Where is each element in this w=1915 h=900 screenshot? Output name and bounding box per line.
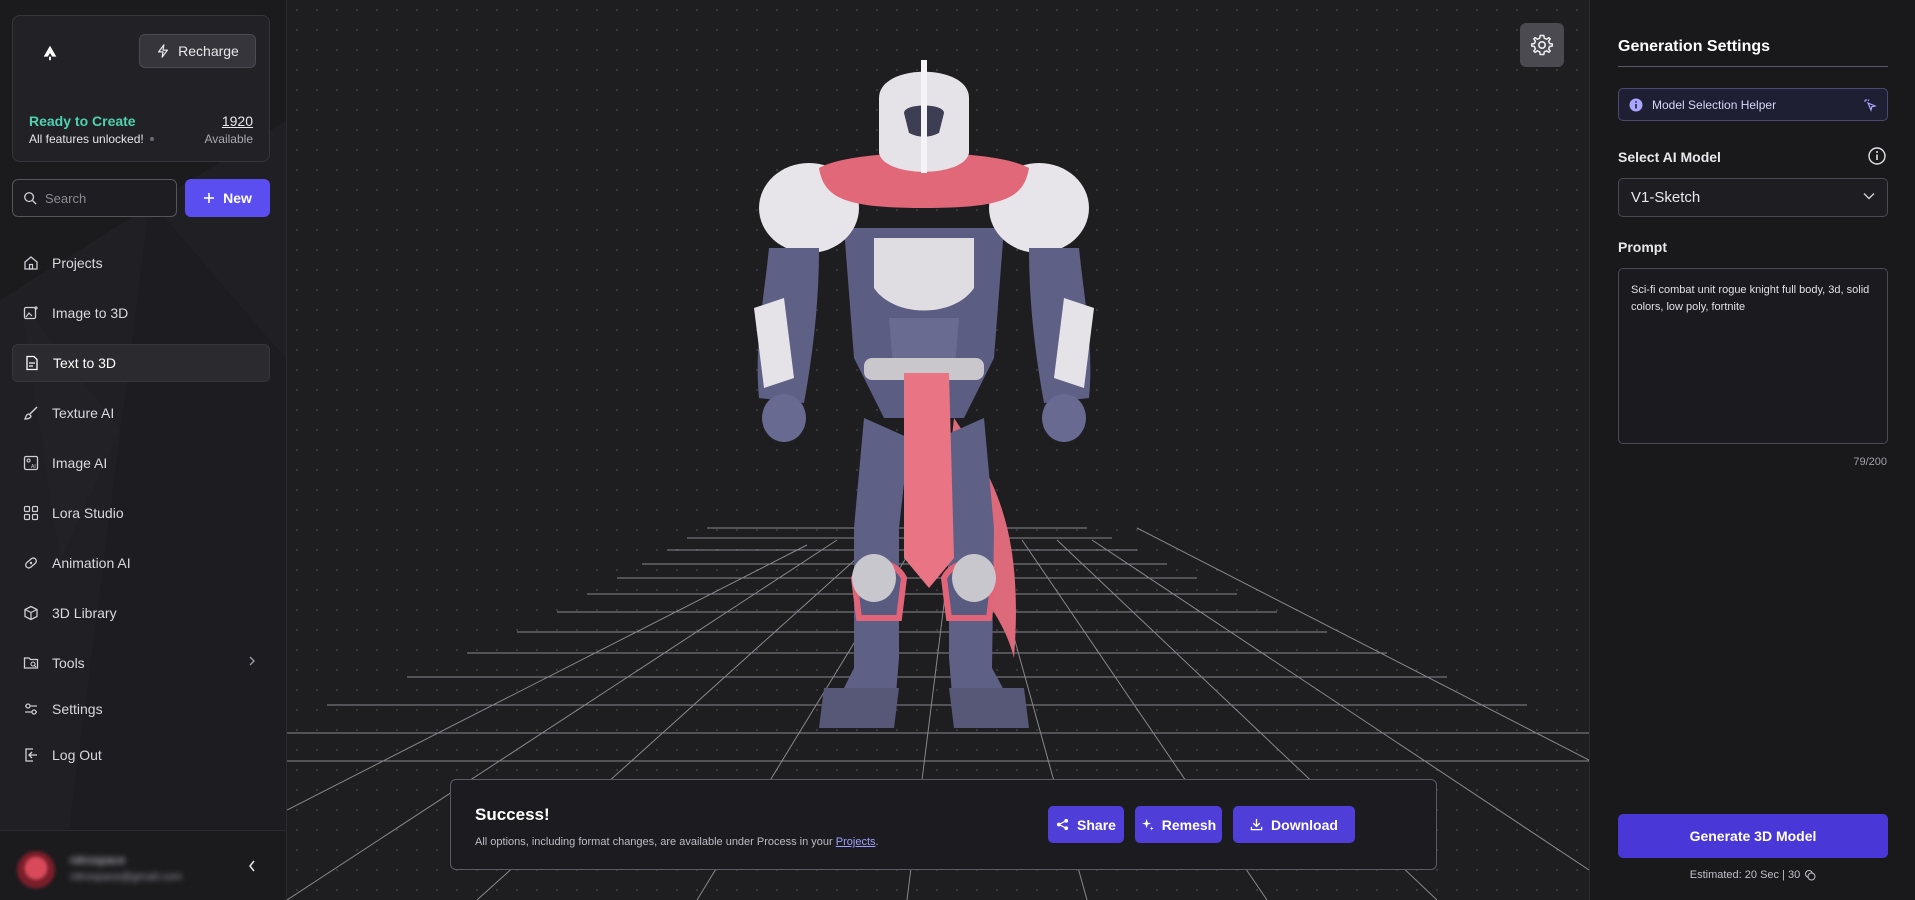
- sidebar-item-log-out[interactable]: Log Out: [12, 736, 270, 774]
- document-icon: [23, 354, 41, 372]
- toast-title: Success!: [475, 805, 550, 824]
- sidebar-item-text-to-3d[interactable]: Text to 3D: [12, 344, 270, 382]
- search-input[interactable]: [45, 190, 165, 206]
- cube-icon: [22, 604, 40, 622]
- account-card: Recharge Ready to Create All features un…: [12, 15, 270, 162]
- sidebar-item-label: Text to 3D: [53, 355, 117, 371]
- download-label: Download: [1271, 816, 1338, 833]
- sidebar-item-label: Image AI: [52, 455, 108, 471]
- gear-icon: [1530, 34, 1554, 56]
- avatar[interactable]: [17, 851, 55, 889]
- sidebar-item-label: Lora Studio: [52, 505, 124, 521]
- sidebar-item-label: Settings: [52, 701, 103, 717]
- chevron-right-icon: [249, 656, 255, 666]
- search-icon: [24, 192, 37, 205]
- sidebar-item-label: 3D Library: [52, 605, 117, 621]
- sidebar-item-image-to-3d[interactable]: Image to 3D: [12, 294, 270, 332]
- recharge-button[interactable]: Recharge: [139, 34, 256, 68]
- sidebar-item-settings[interactable]: Settings: [12, 690, 270, 728]
- sidebar-item-label: Animation AI: [52, 555, 131, 571]
- info-filled-icon: [1629, 98, 1643, 111]
- sidebar-item-lora-studio[interactable]: Lora Studio: [12, 494, 270, 532]
- knight-model: [754, 60, 1094, 728]
- plus-icon: [204, 193, 215, 203]
- sidebar-item-texture-ai[interactable]: Texture AI: [12, 394, 270, 432]
- generate-3d-model-button[interactable]: Generate 3D Model: [1618, 814, 1888, 858]
- prompt-textarea[interactable]: Sci-fi combat unit rogue knight full bod…: [1618, 268, 1888, 444]
- sidebar-item-label: Projects: [52, 255, 103, 271]
- animation-icon: [22, 554, 40, 572]
- estimate-label: Estimated: 20 Sec | 30: [1689, 869, 1801, 881]
- logo-icon[interactable]: [38, 41, 62, 65]
- search-field[interactable]: [12, 179, 177, 217]
- panel-title-divider: [1618, 66, 1888, 67]
- remesh-label: Remesh: [1161, 816, 1217, 833]
- user-name: nitrospace: [70, 853, 126, 867]
- sidebar-nav: Projects Image to 3D Text to 3D Texture …: [12, 244, 270, 786]
- chevron-left-icon: [248, 860, 255, 872]
- status-dot: [149, 137, 154, 141]
- projects-link[interactable]: Projects: [836, 836, 876, 848]
- toast-message-text: All options, including format changes, a…: [475, 836, 836, 848]
- status-title: Ready to Create: [29, 113, 136, 129]
- share-icon: [1056, 818, 1069, 831]
- chevron-down-icon: [1863, 193, 1875, 200]
- collapse-sidebar-button[interactable]: [242, 856, 262, 876]
- brush-icon: [22, 404, 40, 422]
- grid-icon: [22, 504, 40, 522]
- sidebar-item-label: Texture AI: [52, 405, 115, 421]
- sidebar: Recharge Ready to Create All features un…: [0, 0, 287, 900]
- user-bar: nitrospace nitrospace@gmail.com: [0, 830, 286, 900]
- estimate-text: Estimated: 20 Sec | 30: [1618, 869, 1888, 881]
- new-button[interactable]: New: [185, 179, 270, 217]
- folder-search-icon: [22, 654, 40, 672]
- home-icon: [22, 254, 40, 272]
- download-button[interactable]: Download: [1233, 806, 1355, 843]
- magic-cursor-icon: [1864, 99, 1877, 112]
- status-subtitle-text: All features unlocked!: [29, 132, 144, 146]
- sidebar-item-label: Image to 3D: [52, 305, 129, 321]
- prompt-char-counter: 79/200: [1853, 456, 1887, 468]
- helper-label: Model Selection Helper: [1652, 97, 1777, 112]
- sidebar-item-label: Tools: [52, 655, 85, 671]
- recharge-label: Recharge: [178, 43, 239, 59]
- generation-settings-panel: Generation Settings Model Selection Help…: [1589, 0, 1915, 900]
- share-label: Share: [1077, 816, 1116, 833]
- sidebar-item-projects[interactable]: Projects: [12, 244, 270, 282]
- lightning-icon: [158, 44, 169, 58]
- model-select[interactable]: V1-Sketch: [1618, 178, 1888, 217]
- toast-message: All options, including format changes, a…: [475, 836, 879, 848]
- credits-label: Available: [204, 132, 253, 146]
- sliders-icon: [22, 700, 40, 718]
- model-label: Select AI Model: [1618, 149, 1721, 165]
- model-select-value: V1-Sketch: [1631, 189, 1701, 206]
- sidebar-item-label: Log Out: [52, 747, 102, 763]
- sparkle-icon: [1141, 818, 1154, 831]
- 3d-viewport[interactable]: Success! All options, including format c…: [287, 0, 1589, 900]
- prompt-label: Prompt: [1618, 239, 1667, 255]
- share-button[interactable]: Share: [1048, 806, 1124, 843]
- sidebar-item-animation-ai[interactable]: Animation AI: [12, 544, 270, 582]
- viewport-settings-button[interactable]: [1520, 23, 1564, 67]
- info-icon[interactable]: [1868, 147, 1886, 165]
- sidebar-item-image-ai[interactable]: AI Image AI: [12, 444, 270, 482]
- user-email: nitrospace@gmail.com: [70, 871, 183, 883]
- image-ai-icon: AI: [22, 454, 40, 472]
- status-subtitle: All features unlocked!: [29, 132, 154, 146]
- remesh-button[interactable]: Remesh: [1135, 806, 1222, 843]
- success-toast: Success! All options, including format c…: [450, 779, 1437, 870]
- coin-icon: [1805, 870, 1816, 881]
- svg-text:AI: AI: [31, 464, 36, 470]
- sidebar-item-tools[interactable]: Tools: [12, 644, 270, 682]
- download-icon: [1250, 818, 1263, 831]
- model-selection-helper[interactable]: Model Selection Helper: [1618, 88, 1888, 121]
- sidebar-item-3d-library[interactable]: 3D Library: [12, 594, 270, 632]
- new-label: New: [223, 190, 252, 206]
- generate-label: Generate 3D Model: [1689, 828, 1817, 844]
- panel-title: Generation Settings: [1618, 38, 1771, 55]
- toast-message-end: .: [875, 836, 879, 848]
- logout-icon: [22, 746, 40, 764]
- image-plus-icon: [22, 304, 40, 322]
- credits-count[interactable]: 1920: [222, 113, 253, 129]
